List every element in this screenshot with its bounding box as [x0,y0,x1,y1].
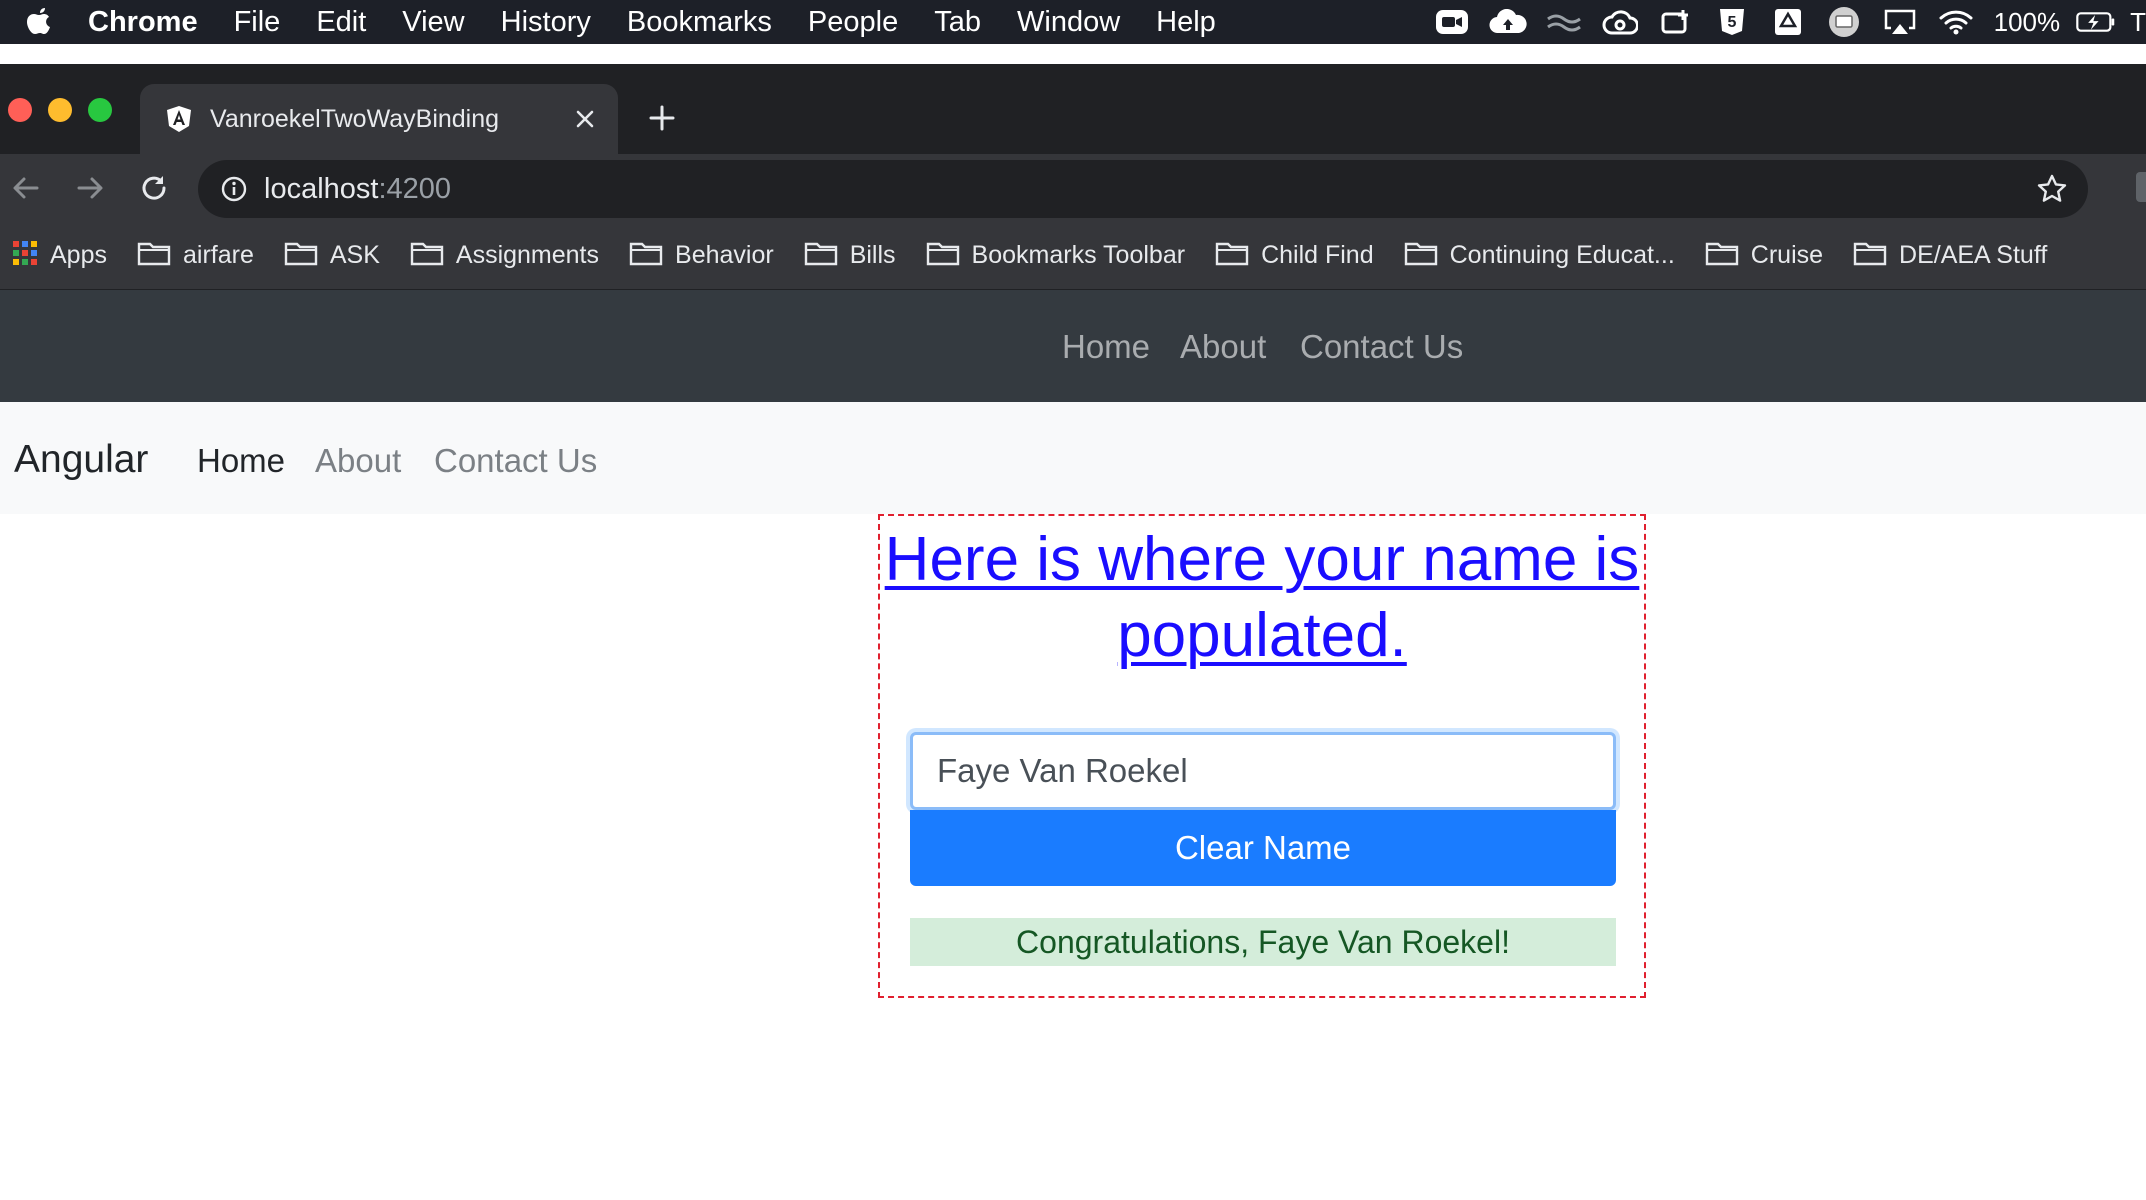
bookmark-folder-ask[interactable]: ASK [284,240,380,271]
menu-tab[interactable]: Tab [934,6,981,39]
dark-nav-contact-link[interactable]: Contact Us [1300,328,1463,366]
menu-history[interactable]: History [501,6,591,39]
menu-chrome[interactable]: Chrome [88,6,198,39]
close-tab-icon[interactable] [570,104,600,134]
browser-toolbar: localhost:4200 [0,154,2146,222]
forward-arrow-icon[interactable] [72,170,108,206]
minimize-window-button[interactable] [48,98,72,122]
back-arrow-icon[interactable] [8,170,44,206]
scrivener-icon[interactable]: 5 [1712,6,1752,38]
menu-people[interactable]: People [808,6,898,39]
nav-contact-link[interactable]: Contact Us [434,442,597,480]
status-area: 5 100% T [1416,0,2146,44]
nav-home-link[interactable]: Home [197,442,285,480]
dark-header-nav: Home About Contact Us [0,290,2146,402]
bookmark-star-icon[interactable] [2036,173,2068,205]
folder-icon [804,240,838,271]
bookmark-apps[interactable]: Apps [12,240,107,271]
cloud-upload-icon[interactable] [1488,6,1528,38]
page-heading-link[interactable]: Here is where your name is populated. [880,522,1644,674]
bookmark-folder-behavior[interactable]: Behavior [629,240,774,271]
bookmark-folder-bills[interactable]: Bills [804,240,896,271]
congratulations-alert: Congratulations, Faye Van Roekel! [910,918,1616,966]
nav-about-link[interactable]: About [315,442,401,480]
bookmarks-bar: Apps airfare ASK Assignments Behavior Bi… [0,222,2146,290]
macos-menu-bar: Chrome File Edit View History Bookmarks … [0,0,2146,44]
address-bar[interactable]: localhost:4200 [198,160,2088,218]
screen-share-icon[interactable] [1824,6,1864,38]
apps-grid-icon [12,240,38,271]
folder-icon [284,240,318,271]
browser-tab-strip: VanroekelTwoWayBinding [0,64,2146,154]
battery-icon[interactable] [2076,6,2116,38]
menu-edit[interactable]: Edit [316,6,366,39]
folder-icon [1404,240,1438,271]
close-window-button[interactable] [8,98,32,122]
dark-nav-about-link[interactable]: About [1180,328,1266,366]
bookmark-folder-cruise[interactable]: Cruise [1705,240,1823,271]
new-tab-icon[interactable] [646,102,678,134]
folder-icon [1705,240,1739,271]
url-text: localhost:4200 [264,173,451,206]
folder-icon [410,240,444,271]
bookmark-label: ASK [329,241,380,269]
bookmark-folder-child-find[interactable]: Child Find [1215,240,1374,271]
menu-bookmarks[interactable]: Bookmarks [627,6,772,39]
folder-icon [137,240,171,271]
maximize-window-button[interactable] [88,98,112,122]
waves-icon[interactable] [1544,6,1584,38]
name-input[interactable] [910,732,1616,810]
bookmark-folder-airfare[interactable]: airfare [137,240,254,271]
battery-percent[interactable]: 100% [1994,7,2061,38]
bookmark-label: airfare [182,241,254,269]
url-host: localhost [264,172,379,205]
site-info-icon[interactable] [220,175,248,203]
folder-icon [926,240,960,271]
navbar-brand[interactable]: Angular [14,438,148,482]
dark-nav-home-link[interactable]: Home [1062,328,1150,366]
menu-help[interactable]: Help [1156,6,1216,39]
printer-add-icon[interactable] [1656,6,1696,38]
bookmark-label: Behavior [675,241,774,269]
extension-icon[interactable] [2136,172,2146,202]
browser-tab-active[interactable]: VanroekelTwoWayBinding [140,84,618,154]
folder-icon [629,240,663,271]
menu-window[interactable]: Window [1017,6,1120,39]
name-binding-card: Here is where your name is populated. Cl… [878,514,1646,998]
bookmark-folder-assignments[interactable]: Assignments [410,240,599,271]
bookmark-label: Child Find [1261,241,1374,269]
bookmark-label: Bills [849,241,896,269]
bookmark-folder-bookmarks-toolbar[interactable]: Bookmarks Toolbar [926,240,1186,271]
url-port: :4200 [378,172,452,205]
bookmark-label: Bookmarks Toolbar [971,241,1186,269]
light-navbar: Angular Home About Contact Us [0,402,2146,514]
bookmark-label: Cruise [1750,241,1824,269]
bookmark-label: DE/AEA Stuff [1899,241,2048,269]
menu-view[interactable]: View [402,6,464,39]
angular-favicon-icon [164,104,194,134]
folder-icon [1853,240,1887,271]
bookmark-label: Apps [50,241,107,269]
menu-file[interactable]: File [234,6,281,39]
menubar-trailing-text[interactable]: T [2130,7,2146,38]
bookmark-folder-continuing-education[interactable]: Continuing Educat... [1404,240,1675,271]
apple-icon[interactable] [20,6,58,38]
tab-title: VanroekelTwoWayBinding [210,104,500,133]
folder-icon [1215,240,1249,271]
bookmark-folder-de-aea-stuff[interactable]: DE/AEA Stuff [1853,240,2047,271]
zoom-icon[interactable] [1432,6,1472,38]
bookmark-label: Assignments [455,241,600,269]
reload-icon[interactable] [136,170,172,206]
clear-name-button[interactable]: Clear Name [910,810,1616,886]
drive-icon[interactable] [1768,6,1808,38]
bookmark-label: Continuing Educat... [1449,241,1675,269]
svg-text:5: 5 [1727,14,1736,31]
airplay-icon[interactable] [1880,6,1920,38]
wifi-icon[interactable] [1936,6,1976,38]
creative-cloud-icon[interactable] [1600,6,1640,38]
